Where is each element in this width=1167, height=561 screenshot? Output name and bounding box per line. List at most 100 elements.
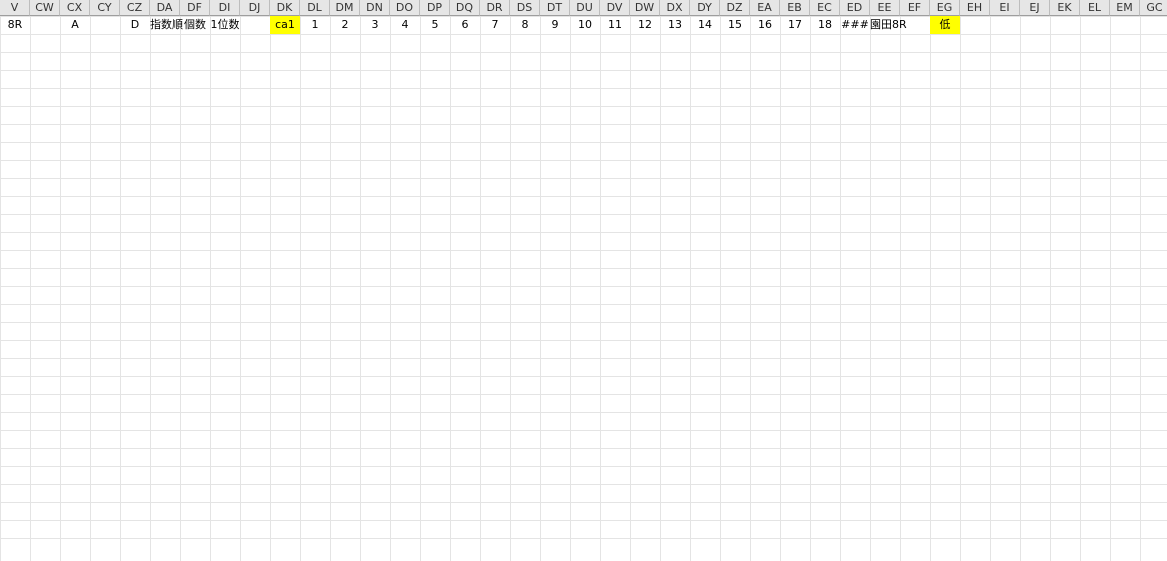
cell[interactable]: 指数順 [150,16,183,34]
column-header[interactable]: DP [420,0,450,16]
grid-row-line [0,88,1167,89]
cell[interactable]: ca1 [270,16,300,34]
cell[interactable]: 12 [630,16,660,34]
column-header[interactable]: DI [210,0,240,16]
grid-col-line [780,16,781,561]
column-header[interactable]: ED [840,0,870,16]
column-header[interactable]: EI [990,0,1020,16]
grid-row-line [0,52,1167,53]
cell[interactable]: A [60,16,90,34]
column-header[interactable]: EM [1110,0,1140,16]
grid-col-line [420,16,421,561]
cell[interactable]: 17 [780,16,810,34]
cell[interactable]: 13 [660,16,690,34]
cell[interactable]: 3 [360,16,390,34]
cell[interactable]: 2 [330,16,360,34]
grid-col-line [1110,16,1111,561]
grid-col-line [1050,16,1051,561]
cell[interactable]: 1位数 [210,16,240,34]
column-header[interactable]: DS [510,0,540,16]
column-header[interactable]: DA [150,0,180,16]
grid-col-line [810,16,811,561]
column-header[interactable]: EB [780,0,810,16]
column-header[interactable]: DY [690,0,720,16]
column-header[interactable]: DT [540,0,570,16]
spreadsheet-grid[interactable]: V CW CX CY CZ DA DF DI DJ DK DL DM DN DO DP DQ DR DS DT DU D… [0,0,1167,561]
column-header[interactable]: DW [630,0,660,16]
grid-col-line [90,16,91,561]
grid-col-line [690,16,691,561]
grid-row-line [0,538,1167,539]
cell[interactable]: ### [840,16,870,34]
grid-row-line [0,430,1167,431]
grid-row-line [0,160,1167,161]
cell[interactable]: 8 [510,16,540,34]
grid-row-line [0,34,1167,35]
cell[interactable]: 15 [720,16,750,34]
grid-col-line [840,16,841,561]
column-header[interactable]: EK [1050,0,1080,16]
column-header[interactable]: DL [300,0,330,16]
column-header[interactable]: EE [870,0,900,16]
column-header[interactable]: CY [90,0,120,16]
grid-row-line [0,502,1167,503]
grid-col-line [270,16,271,561]
column-header[interactable]: DR [480,0,510,16]
column-header[interactable]: DJ [240,0,270,16]
cell[interactable]: 10 [570,16,600,34]
column-header[interactable]: DV [600,0,630,16]
column-header[interactable]: GC [1140,0,1167,16]
grid-col-line [750,16,751,561]
column-header[interactable]: CX [60,0,90,16]
grid-row-line [0,70,1167,71]
cell[interactable]: 1 [300,16,330,34]
column-header[interactable]: DX [660,0,690,16]
grid-col-line [390,16,391,561]
cell[interactable]: D [120,16,150,34]
column-header[interactable]: CZ [120,0,150,16]
grid-col-line [30,16,31,561]
column-header[interactable]: V [0,0,30,16]
cell[interactable]: 4 [390,16,420,34]
column-header[interactable]: DU [570,0,600,16]
column-header[interactable]: EL [1080,0,1110,16]
column-header[interactable]: EG [930,0,960,16]
cell[interactable]: 5 [420,16,450,34]
column-header[interactable]: DN [360,0,390,16]
cell[interactable]: 低 [930,16,960,34]
column-header[interactable]: CW [30,0,60,16]
grid-col-line [870,16,871,561]
cell[interactable]: 個数 [180,16,210,34]
column-header[interactable]: DQ [450,0,480,16]
column-header[interactable]: EF [900,0,930,16]
cell[interactable]: 8R [0,16,30,34]
grid-col-line [0,16,1,561]
column-header[interactable]: EJ [1020,0,1050,16]
column-header[interactable]: EA [750,0,780,16]
grid-col-line [930,16,931,561]
grid-col-line [660,16,661,561]
grid-row-line [0,106,1167,107]
cell[interactable]: 9 [540,16,570,34]
cell[interactable]: 7 [480,16,510,34]
cell[interactable]: 6 [450,16,480,34]
cell[interactable]: 園田8R [870,16,907,34]
cell[interactable]: 16 [750,16,780,34]
column-header[interactable]: EC [810,0,840,16]
column-header[interactable]: DO [390,0,420,16]
grid-col-line [300,16,301,561]
cell[interactable]: 18 [810,16,840,34]
column-header[interactable]: DK [270,0,300,16]
grid-col-line [1080,16,1081,561]
cell[interactable]: 11 [600,16,630,34]
column-header[interactable]: DM [330,0,360,16]
column-header[interactable]: DF [180,0,210,16]
column-header[interactable]: EH [960,0,990,16]
grid-col-line [600,16,601,561]
grid-col-line [150,16,151,561]
grid-row-line [0,268,1167,269]
grid-col-line [60,16,61,561]
column-header[interactable]: DZ [720,0,750,16]
grid-row-line [0,214,1167,215]
cell[interactable]: 14 [690,16,720,34]
